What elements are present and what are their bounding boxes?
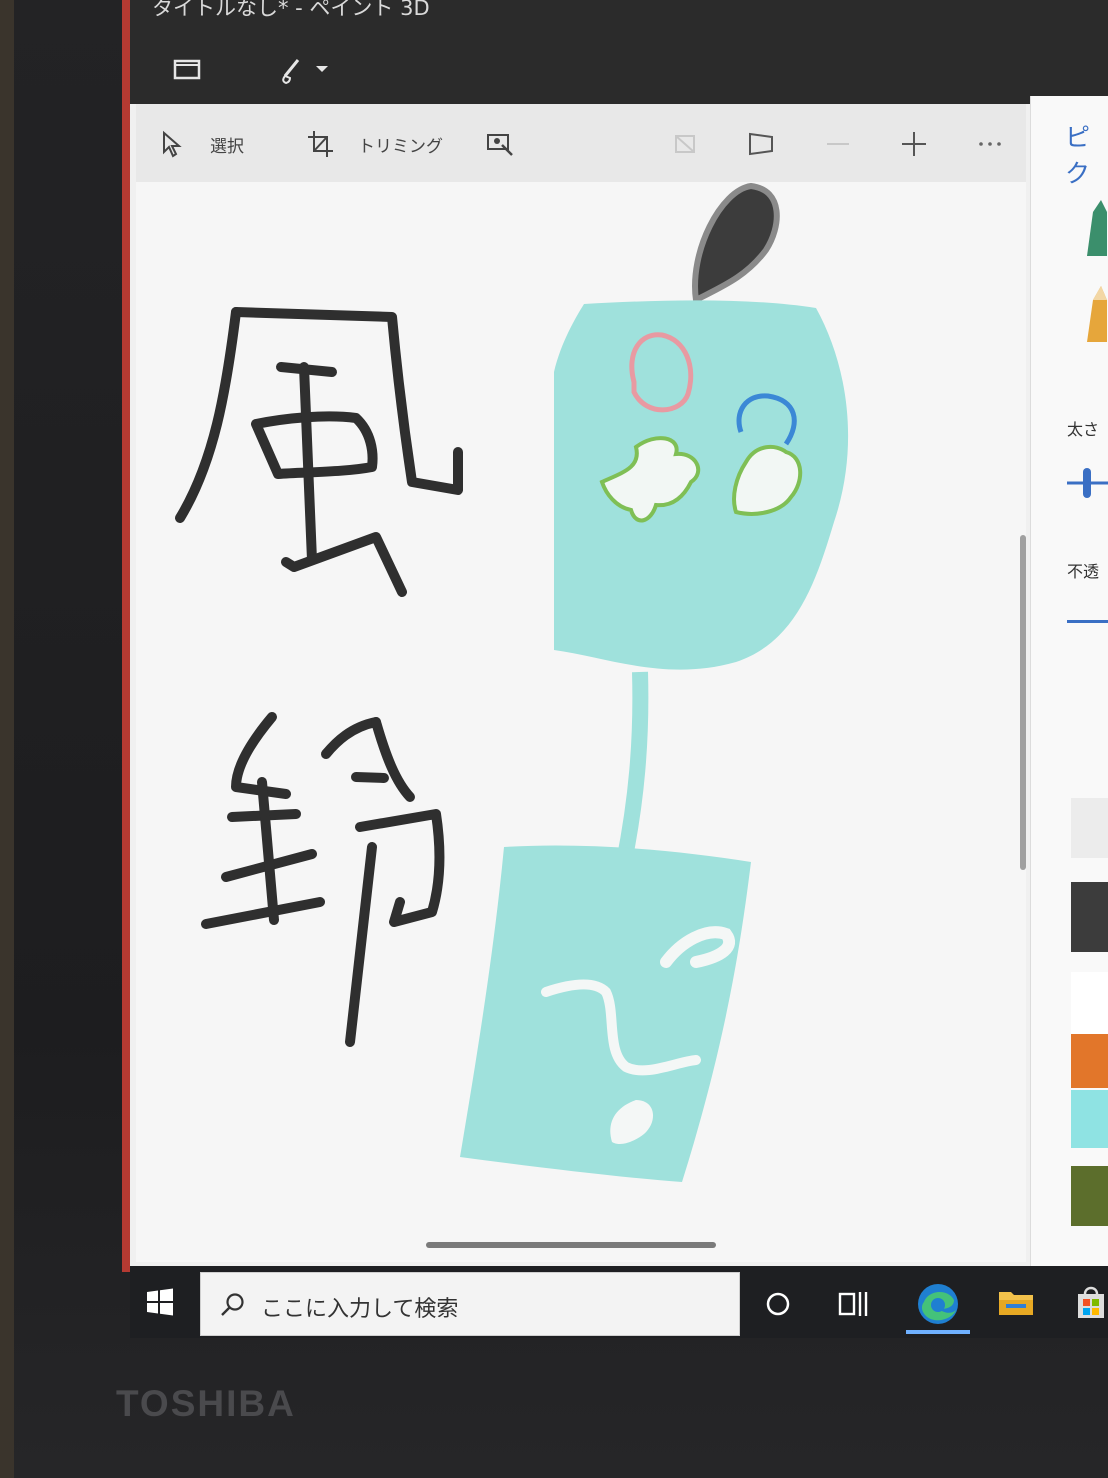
- window-title: タイトルなし* - ペイント 3D: [152, 0, 430, 20]
- background-edge: [0, 0, 14, 1478]
- swatch-dark-gray[interactable]: [1071, 882, 1108, 952]
- chime-bowl-drawing: [554, 300, 849, 670]
- store-icon[interactable]: [1074, 1282, 1108, 1322]
- more-button[interactable]: [976, 126, 1004, 162]
- crop-label: トリミング: [358, 136, 443, 157]
- title-bar: タイトルなし* - ペイント 3D: [130, 0, 1108, 104]
- horizontal-scrollbar[interactable]: [426, 1242, 716, 1248]
- canvas-button[interactable]: [746, 126, 776, 162]
- windows-taskbar: ここに入力して検索: [130, 1266, 1108, 1338]
- file-explorer-icon[interactable]: [996, 1282, 1036, 1322]
- paint3d-window: タイトルなし* - ペイント 3D 選択 トリミング ピク 太さ 不透: [130, 0, 1108, 1266]
- task-view-icon[interactable]: [834, 1284, 874, 1324]
- active-app-indicator: [906, 1330, 970, 1334]
- magic-select-icon: [487, 134, 513, 156]
- swatch-olive[interactable]: [1071, 1166, 1108, 1226]
- swatch-white[interactable]: [1071, 972, 1108, 1042]
- color-picker-button[interactable]: [1071, 798, 1108, 858]
- kanji-kaze-drawing: [175, 307, 463, 597]
- magic-select-tool[interactable]: [486, 126, 514, 162]
- opacity-slider[interactable]: [1067, 620, 1108, 623]
- monitor-brand-logo: TOSHIBA: [116, 1383, 296, 1424]
- drawing: [175, 182, 849, 1182]
- brush-side-panel: ピク 太さ 不透: [1030, 96, 1108, 1266]
- thickness-label: 太さ: [1067, 420, 1100, 439]
- folder-icon: [173, 59, 201, 80]
- toolbar: 選択 トリミング: [136, 104, 1026, 183]
- pencil-brush-icon[interactable]: [1083, 282, 1108, 348]
- drawing-canvas[interactable]: [136, 182, 1026, 1262]
- brush-icon: [282, 59, 328, 85]
- crop-icon: [308, 131, 333, 157]
- search-placeholder: ここに入力して検索: [261, 1297, 459, 1322]
- 3d-view-icon: [675, 135, 695, 153]
- zoom-out-button[interactable]: [824, 126, 852, 162]
- thickness-slider[interactable]: [1067, 466, 1108, 500]
- panel-title: ピク: [1065, 123, 1091, 188]
- start-icon[interactable]: [144, 1286, 176, 1318]
- crop-tool[interactable]: トリミング: [306, 126, 443, 162]
- swatch-teal[interactable]: [1071, 1090, 1108, 1148]
- brushes-button[interactable]: [278, 52, 338, 86]
- 3d-view-button[interactable]: [673, 126, 699, 162]
- more-icon: [979, 142, 1001, 146]
- kanji-suzu-drawing: [201, 712, 445, 1047]
- chime-string-drawing: [616, 671, 649, 864]
- menu-button[interactable]: [172, 55, 202, 83]
- marker-brush-icon[interactable]: [1083, 196, 1108, 262]
- opacity-label: 不透: [1067, 562, 1100, 581]
- canvas-icon: [749, 132, 773, 156]
- chime-hook-drawing: [692, 182, 780, 305]
- taskbar-search-box[interactable]: ここに入力して検索: [200, 1272, 740, 1336]
- zoom-out-icon: [827, 143, 849, 145]
- select-label: 選択: [210, 136, 244, 157]
- chime-paper-strip-drawing: [460, 845, 751, 1182]
- edge-icon[interactable]: [914, 1280, 962, 1328]
- select-tool[interactable]: 選択: [160, 126, 244, 162]
- zoom-in-icon: [902, 132, 926, 156]
- select-arrow-icon: [163, 130, 182, 158]
- zoom-in-button[interactable]: [900, 126, 928, 162]
- vertical-scrollbar[interactable]: [1020, 535, 1026, 870]
- swatch-orange[interactable]: [1071, 1034, 1108, 1088]
- cortana-icon[interactable]: [758, 1284, 798, 1324]
- search-icon: [221, 1293, 244, 1316]
